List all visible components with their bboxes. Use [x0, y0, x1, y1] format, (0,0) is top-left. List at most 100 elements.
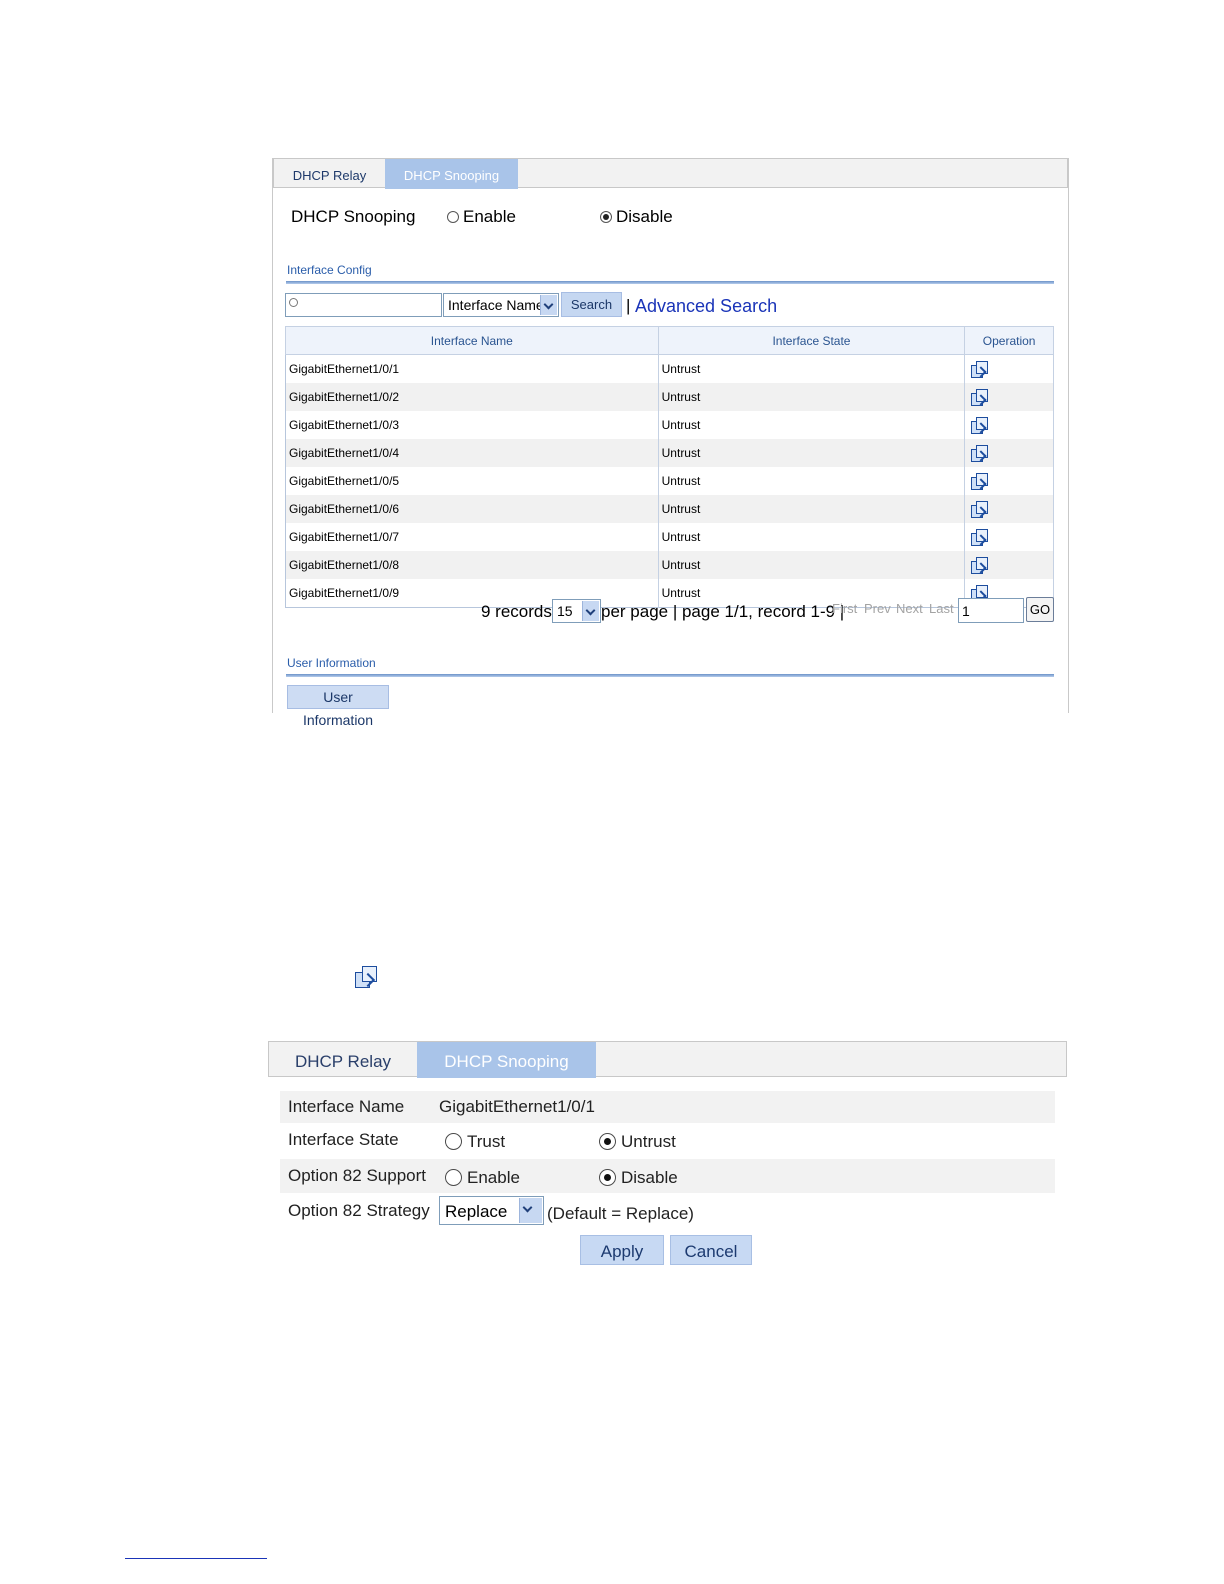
column-header-interface-name[interactable]: Interface Name	[285, 326, 659, 355]
dhcp-snooping-label: DHCP Snooping	[291, 207, 416, 226]
interface-state-label: Interface State	[288, 1130, 399, 1149]
interface-name-row: Interface Name GigabitEthernet1/0/1	[280, 1091, 1055, 1123]
chevron-down-icon	[582, 601, 599, 621]
pager-summary: per page | page 1/1, record 1-9 |	[601, 602, 845, 621]
footer-link-underline	[125, 1558, 267, 1559]
cell-interface-name: GigabitEthernet1/0/4	[285, 439, 659, 467]
edit-icon[interactable]	[971, 557, 989, 574]
table-row: GigabitEthernet1/0/8 Untrust	[285, 551, 1054, 579]
search-field-select[interactable]: Interface Name	[443, 293, 559, 317]
cell-interface-name: GigabitEthernet1/0/7	[285, 523, 659, 551]
table-row: GigabitEthernet1/0/7 Untrust	[285, 523, 1054, 551]
section-title-user-information: User Information	[287, 656, 376, 670]
user-information-button[interactable]: User Information	[287, 685, 389, 728]
section-divider	[286, 674, 1054, 677]
option82-support-label: Option 82 Support	[288, 1166, 426, 1185]
interface-edit-panel: DHCP Relay DHCP Snooping Interface Name …	[268, 1041, 1067, 1271]
advanced-search-link[interactable]: Advanced Search	[635, 296, 777, 317]
cell-interface-state: Untrust	[658, 411, 966, 439]
table-row: GigabitEthernet1/0/1 Untrust	[285, 354, 1054, 383]
interface-table: Interface Name Interface State Operation…	[285, 326, 1054, 608]
interface-name-value: GigabitEthernet1/0/1	[439, 1097, 595, 1116]
chevron-down-icon	[540, 295, 557, 315]
table-row: GigabitEthernet1/0/6 Untrust	[285, 495, 1054, 523]
trust-radio[interactable]: Trust	[445, 1132, 505, 1152]
option82-enable-radio[interactable]: Enable	[445, 1168, 520, 1188]
search-button[interactable]: Search	[561, 292, 622, 317]
cell-interface-state: Untrust	[658, 467, 966, 495]
option82-strategy-label: Option 82 Strategy	[288, 1201, 430, 1220]
tab-dhcp-relay[interactable]: DHCP Relay	[274, 159, 385, 189]
cell-operation	[964, 551, 1054, 579]
tab-dhcp-snooping[interactable]: DHCP Snooping	[385, 159, 518, 189]
cell-interface-state: Untrust	[658, 439, 966, 467]
cell-interface-state: Untrust	[658, 354, 966, 383]
interface-name-label: Interface Name	[288, 1097, 405, 1116]
edit-icon[interactable]	[971, 389, 989, 406]
edit-icon[interactable]	[971, 501, 989, 518]
tab-dhcp-relay[interactable]: DHCP Relay	[269, 1042, 417, 1078]
per-page-select[interactable]: 15	[552, 599, 601, 623]
pager-first[interactable]: First	[832, 601, 857, 616]
table-row: GigabitEthernet1/0/3 Untrust	[285, 411, 1054, 439]
edit-icon	[355, 966, 377, 988]
separator: |	[626, 296, 631, 315]
cell-operation	[964, 354, 1054, 383]
option82-support-row: Option 82 Support Enable Disable	[280, 1159, 1055, 1193]
cell-interface-state: Untrust	[658, 495, 966, 523]
cancel-button[interactable]: Cancel	[670, 1235, 752, 1265]
tab-bar: DHCP Relay DHCP Snooping	[273, 158, 1068, 189]
section-divider	[286, 281, 1054, 284]
option82-disable-radio[interactable]: Disable	[599, 1168, 678, 1188]
cell-interface-state: Untrust	[658, 383, 966, 411]
radio-unchecked-icon[interactable]	[445, 1169, 462, 1186]
snooping-enable-radio[interactable]: Enable	[447, 207, 516, 227]
column-header-operation: Operation	[964, 326, 1054, 355]
apply-button[interactable]: Apply	[580, 1235, 664, 1265]
cell-operation	[964, 383, 1054, 411]
magnifier-icon	[289, 298, 298, 307]
radio-checked-icon[interactable]	[599, 1133, 616, 1150]
radio-checked-icon[interactable]	[599, 1169, 616, 1186]
table-row: GigabitEthernet1/0/5 Untrust	[285, 467, 1054, 495]
interface-state-row: Interface State Trust Untrust	[280, 1125, 1055, 1157]
option82-strategy-row: Option 82 Strategy Replace (Default = Re…	[280, 1195, 1055, 1227]
snooping-disable-radio[interactable]: Disable	[600, 207, 673, 227]
radio-checked-icon[interactable]	[600, 211, 612, 223]
edit-icon[interactable]	[971, 361, 989, 378]
radio-unchecked-icon[interactable]	[447, 211, 459, 223]
cell-interface-name: GigabitEthernet1/0/3	[285, 411, 659, 439]
cell-interface-state: Untrust	[658, 523, 966, 551]
tab-bar: DHCP Relay DHCP Snooping	[268, 1041, 1067, 1078]
cell-operation	[964, 411, 1054, 439]
pager-last[interactable]: Last	[929, 601, 954, 616]
tab-dhcp-snooping[interactable]: DHCP Snooping	[417, 1042, 596, 1078]
pager-next[interactable]: Next	[896, 601, 923, 616]
cell-operation	[964, 439, 1054, 467]
table-row: GigabitEthernet1/0/2 Untrust	[285, 383, 1054, 411]
untrust-radio[interactable]: Untrust	[599, 1132, 676, 1152]
cell-operation	[964, 523, 1054, 551]
section-title-interface-config: Interface Config	[287, 263, 372, 277]
edit-icon[interactable]	[971, 445, 989, 462]
cell-operation	[964, 467, 1054, 495]
edit-icon[interactable]	[971, 473, 989, 490]
cell-interface-name: GigabitEthernet1/0/8	[285, 551, 659, 579]
cell-interface-name: GigabitEthernet1/0/6	[285, 495, 659, 523]
option82-strategy-select[interactable]: Replace	[439, 1196, 544, 1225]
radio-unchecked-icon[interactable]	[445, 1133, 462, 1150]
chevron-down-icon	[519, 1198, 542, 1223]
column-header-interface-state[interactable]: Interface State	[657, 326, 966, 355]
page-number-input[interactable]: 1	[958, 598, 1024, 623]
cell-interface-name: GigabitEthernet1/0/2	[285, 383, 659, 411]
cell-interface-state: Untrust	[658, 551, 966, 579]
cell-interface-name: GigabitEthernet1/0/5	[285, 467, 659, 495]
pager-records: 9 records,	[481, 602, 557, 621]
pager-prev[interactable]: Prev	[864, 601, 891, 616]
edit-icon[interactable]	[971, 529, 989, 546]
edit-icon[interactable]	[971, 417, 989, 434]
go-button[interactable]: GO	[1026, 597, 1054, 622]
table-row: GigabitEthernet1/0/4 Untrust	[285, 439, 1054, 467]
cell-operation	[964, 495, 1054, 523]
search-input[interactable]	[285, 293, 442, 317]
